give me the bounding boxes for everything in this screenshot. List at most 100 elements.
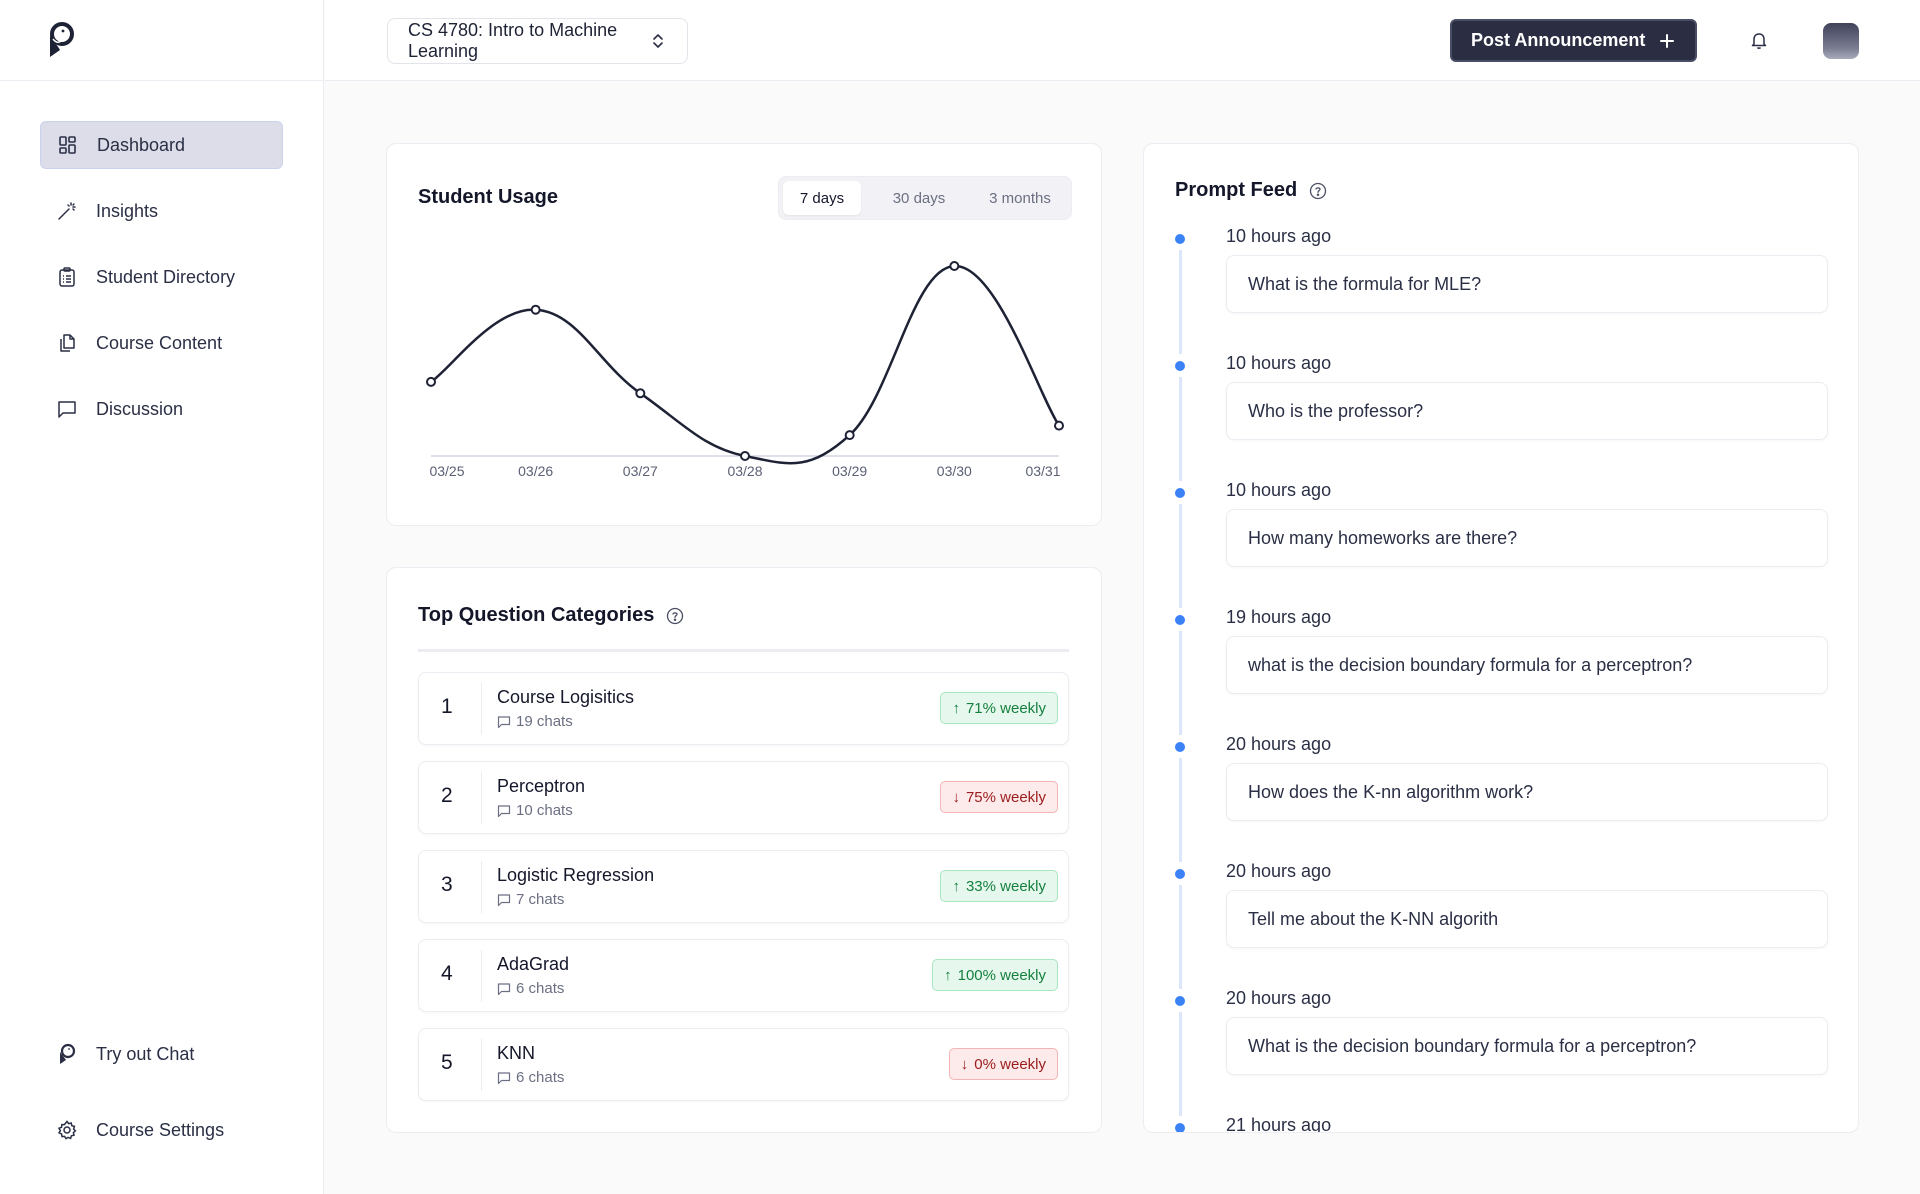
trend-badge: ↑ 100% weekly xyxy=(932,959,1058,991)
data-point[interactable] xyxy=(1054,420,1064,431)
course-select[interactable]: CS 4780: Intro to Machine Learning xyxy=(387,18,688,64)
timeline-dot xyxy=(1175,996,1185,1006)
sidebar-item-label: Course Content xyxy=(96,332,223,353)
timeline-line xyxy=(1179,250,1182,354)
topbar: CS 4780: Intro to Machine Learning Post … xyxy=(325,0,1920,81)
divider xyxy=(481,1039,482,1091)
timeline-dot xyxy=(1175,234,1185,244)
dashboard-icon xyxy=(57,134,79,156)
chat-count-text: 6 chats xyxy=(516,1069,565,1086)
sidebar-item-label: Dashboard xyxy=(97,134,186,155)
category-row[interactable]: 5 KNN 6 chats ↓ 0% weekly xyxy=(418,1028,1069,1101)
category-rank: 3 xyxy=(441,873,453,896)
category-rank: 5 xyxy=(441,1051,453,1074)
timeline-dot xyxy=(1175,869,1185,879)
message-square-icon xyxy=(497,1071,511,1084)
user-avatar[interactable] xyxy=(1823,23,1859,59)
arrow-down-icon: ↓ xyxy=(952,788,960,806)
post-announcement-button[interactable]: Post Announcement xyxy=(1450,19,1697,62)
arrow-down-icon: ↓ xyxy=(960,1055,969,1073)
feed-timestamp: 20 hours ago xyxy=(1226,988,1332,1008)
sidebar-item-try-out-chat[interactable]: Try out Chat xyxy=(40,1030,283,1078)
chevron-up-down-icon xyxy=(653,34,663,48)
timeline-dot xyxy=(1175,488,1185,498)
feed-prompt-text: How many homeworks are there? xyxy=(1248,527,1518,548)
category-row[interactable]: 4 AdaGrad 6 chats ↑ 100% weekly xyxy=(418,939,1069,1012)
feed-prompt[interactable]: What is the decision boundary formula fo… xyxy=(1226,1017,1828,1075)
sidebar-item-label: Insights xyxy=(96,200,159,221)
data-point[interactable] xyxy=(635,388,646,399)
trend-text: 75% weekly xyxy=(965,788,1046,806)
sidebar-item-student-directory[interactable]: Student Directory xyxy=(40,253,283,301)
feed-prompt[interactable]: What is the formula for MLE? xyxy=(1226,255,1828,313)
feed-prompt[interactable]: How many homeworks are there? xyxy=(1226,509,1828,567)
feed-prompt-text: What is the formula for MLE? xyxy=(1248,273,1482,294)
feed-prompt-text: What is the decision boundary formula fo… xyxy=(1248,1035,1697,1056)
category-chat-count: 7 chats xyxy=(497,891,564,908)
feed-prompt[interactable]: what is the decision boundary formula fo… xyxy=(1226,636,1828,694)
help-circle-icon[interactable] xyxy=(1309,182,1327,200)
data-point[interactable] xyxy=(740,451,750,461)
category-row[interactable]: 3 Logistic Regression 7 chats ↑ 33% weekly xyxy=(418,850,1069,923)
data-point[interactable] xyxy=(530,304,541,315)
sidebar-nav: Dashboard Insights Student Directory Cou… xyxy=(0,81,323,433)
feed-timestamp: 21 hours ago xyxy=(1226,1115,1332,1133)
feed-timestamp: 10 hours ago xyxy=(1226,480,1332,500)
message-square-icon xyxy=(497,893,511,906)
category-row[interactable]: 2 Perceptron 10 chats ↓ 75% weekly xyxy=(418,761,1069,834)
category-name: Course Logisitics xyxy=(497,687,635,707)
data-point[interactable] xyxy=(426,376,436,387)
top-categories-title-text: Top Question Categories xyxy=(418,604,655,626)
sidebar-item-dashboard[interactable]: Dashboard xyxy=(40,121,283,169)
feed-prompt[interactable]: Who is the professor? xyxy=(1226,382,1828,440)
trend-badge: ↑ 71% weekly xyxy=(940,692,1058,724)
help-circle-icon[interactable] xyxy=(666,607,684,625)
sidebar-item-course-content[interactable]: Course Content xyxy=(40,319,283,367)
data-point[interactable] xyxy=(949,261,960,271)
x-tick-label: 03/26 xyxy=(518,463,553,479)
divider xyxy=(481,950,482,1002)
x-tick-label: 03/28 xyxy=(727,463,762,479)
top-categories-title: Top Question Categories xyxy=(418,604,684,627)
trend-text: 100% weekly xyxy=(957,966,1046,984)
timeline-line xyxy=(1179,377,1182,481)
course-select-value: CS 4780: Intro to Machine Learning xyxy=(408,20,618,61)
x-tick-label: 03/30 xyxy=(937,463,972,479)
x-tick-label: 03/31 xyxy=(1025,463,1060,479)
timeline-dot xyxy=(1175,361,1185,371)
bell-icon[interactable] xyxy=(1748,29,1770,51)
category-name: Perceptron xyxy=(497,776,586,796)
feed-timestamp: 10 hours ago xyxy=(1226,226,1332,246)
feed-prompt[interactable]: How does the K-nn algorithm work? xyxy=(1226,763,1828,821)
sidebar-bottom: Try out Chat Course Settings xyxy=(40,1030,283,1182)
arrow-up-icon: ↑ xyxy=(952,877,960,895)
sidebar-item-course-settings[interactable]: Course Settings xyxy=(40,1106,283,1154)
sidebar-item-insights[interactable]: Insights xyxy=(40,187,283,235)
trend-badge: ↓ 75% weekly xyxy=(940,781,1058,813)
prompt-feed-title-text: Prompt Feed xyxy=(1175,179,1298,201)
category-chat-count: 10 chats xyxy=(497,802,573,819)
chat-count-text: 19 chats xyxy=(516,713,573,730)
category-rank: 2 xyxy=(441,784,453,807)
sidebar-item-discussion[interactable]: Discussion xyxy=(40,385,283,433)
category-row[interactable]: 1 Course Logisitics 19 chats ↑ 71% weekly xyxy=(418,672,1069,745)
feed-prompt[interactable]: Tell me about the K-NN algorith xyxy=(1226,890,1828,948)
feed-timestamp: 20 hours ago xyxy=(1226,734,1332,754)
feed-prompt-text: what is the decision boundary formula fo… xyxy=(1248,654,1693,675)
arrow-up-icon: ↑ xyxy=(952,699,960,717)
timeline-line xyxy=(1179,631,1182,735)
x-tick-label: 03/25 xyxy=(429,463,464,479)
gear-icon xyxy=(56,1119,78,1141)
feed-timestamp: 19 hours ago xyxy=(1226,607,1332,627)
category-name: KNN xyxy=(497,1043,536,1063)
student-usage-card: Student Usage 7 days 30 days 3 months 03… xyxy=(386,143,1102,526)
pingpong-logo[interactable] xyxy=(48,22,74,58)
clipboard-list-icon xyxy=(56,266,78,288)
timeline-line xyxy=(1179,1012,1182,1116)
feed-prompt-text: Who is the professor? xyxy=(1248,400,1424,421)
feed-timestamp: 10 hours ago xyxy=(1226,353,1332,373)
data-point[interactable] xyxy=(844,430,855,441)
category-name: Logistic Regression xyxy=(497,865,655,885)
plus-icon xyxy=(1660,33,1675,48)
magic-wand-icon xyxy=(56,200,78,222)
